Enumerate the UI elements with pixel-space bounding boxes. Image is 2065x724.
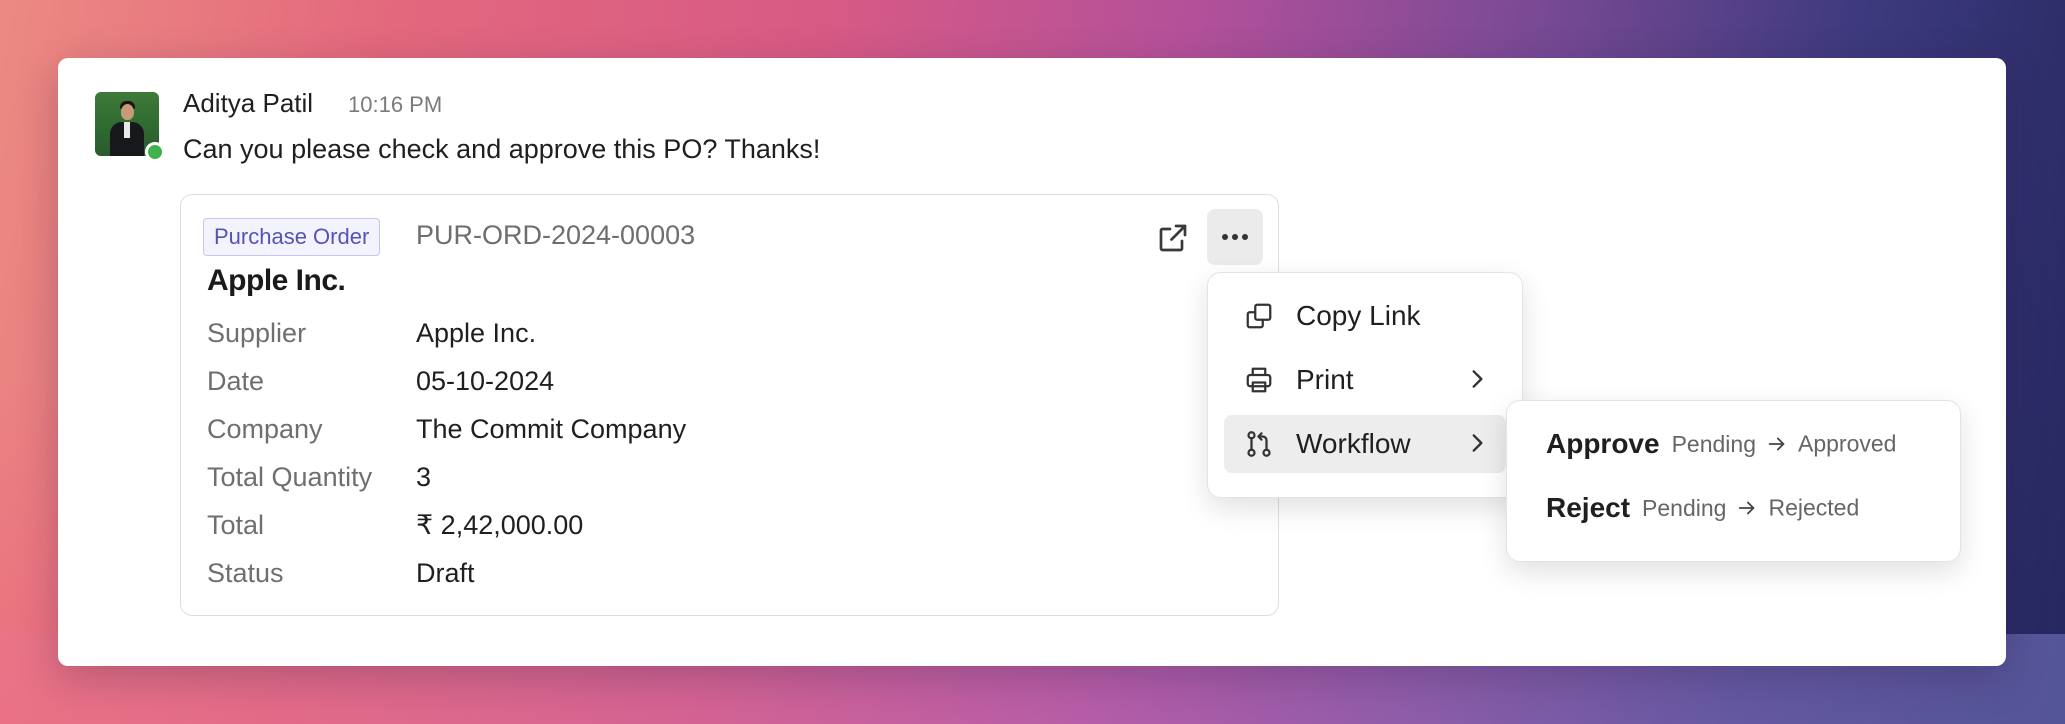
- arrow-right-icon: [1768, 437, 1785, 451]
- workflow-action-reject[interactable]: Reject Pending Rejected: [1546, 492, 1859, 536]
- workflow-to-state: Approved: [1798, 430, 1897, 457]
- menu-item-label: Copy Link: [1296, 300, 1421, 331]
- workflow-action-approve[interactable]: Approve Pending Approved: [1546, 428, 1896, 472]
- avatar-shirt: [124, 122, 130, 138]
- chevron-right-icon: [1472, 370, 1483, 388]
- more-options-button[interactable]: [1207, 209, 1263, 265]
- copy-icon: [1246, 303, 1272, 329]
- field-value-supplier: Apple Inc.: [416, 318, 537, 348]
- field-label-total: Total: [207, 510, 265, 540]
- online-status-indicator: [145, 142, 165, 162]
- external-link-icon[interactable]: [1155, 220, 1191, 256]
- printer-icon: [1246, 367, 1272, 393]
- chevron-right-icon: [1472, 434, 1483, 452]
- field-value-date: 05-10-2024: [416, 366, 555, 396]
- field-value-status: Draft: [416, 558, 475, 588]
- avatar-head: [121, 104, 134, 120]
- menu-item-label: Workflow: [1296, 428, 1411, 459]
- document-actions-menu: Copy Link Print Workflow: [1207, 272, 1523, 498]
- message-author[interactable]: Aditya Patil: [183, 88, 313, 119]
- menu-item-label: Print: [1296, 364, 1354, 395]
- field-value-total-quantity: 3: [416, 462, 432, 492]
- field-value-total: ₹ 2,42,000.00: [416, 510, 584, 540]
- workflow-from-state: Pending: [1642, 494, 1727, 521]
- document-title: Apple Inc.: [207, 264, 346, 297]
- document-id: PUR-ORD-2024-00003: [416, 220, 696, 250]
- field-label-supplier: Supplier: [207, 318, 307, 348]
- menu-item-copy-link[interactable]: Copy Link: [1224, 287, 1506, 345]
- workflow-from-state: Pending: [1671, 430, 1756, 457]
- workflow-submenu: [1506, 400, 1961, 562]
- more-horizontal-icon: [1222, 234, 1248, 240]
- field-label-date: Date: [207, 366, 265, 396]
- menu-item-print[interactable]: Print: [1224, 351, 1506, 409]
- workflow-action-label: Reject: [1546, 492, 1631, 523]
- workflow-action-label: Approve: [1546, 428, 1660, 459]
- git-pull-request-icon: [1247, 431, 1271, 457]
- field-label-company: Company: [207, 414, 323, 444]
- field-label-status: Status: [207, 558, 284, 588]
- menu-item-workflow[interactable]: Workflow: [1224, 415, 1506, 473]
- field-value-company: The Commit Company: [416, 414, 687, 444]
- document-preview-card[interactable]: [180, 194, 1279, 616]
- field-label-total-quantity: Total Quantity: [207, 462, 373, 492]
- message-timestamp: 10:16 PM: [348, 92, 443, 117]
- message-text: Can you please check and approve this PO…: [183, 134, 821, 164]
- arrow-right-icon: [1739, 501, 1755, 515]
- workflow-to-state: Rejected: [1768, 494, 1860, 521]
- doctype-badge: Purchase Order: [203, 218, 381, 256]
